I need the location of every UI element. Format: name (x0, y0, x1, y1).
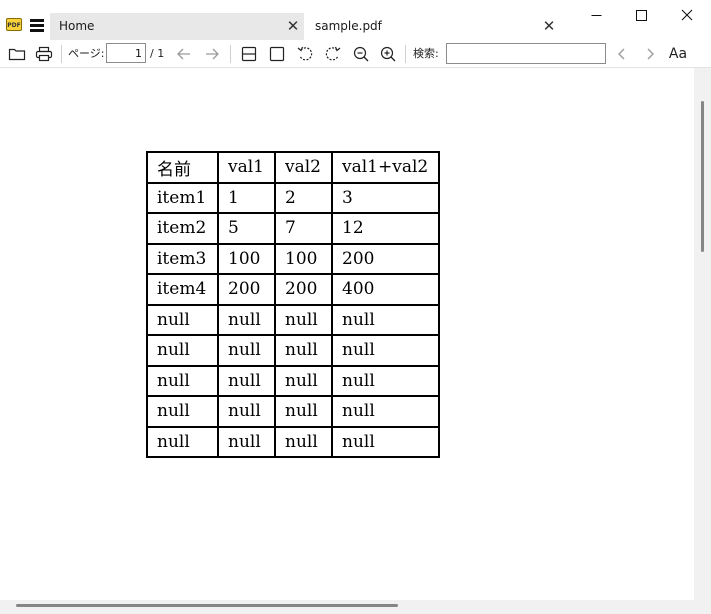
header-cell: val2 (274, 151, 333, 184)
table-cell: 200 (217, 273, 276, 306)
table-cell: 200 (331, 242, 440, 275)
app-logo-icon: PDF (6, 18, 22, 31)
table-cell: null (217, 334, 276, 367)
table-cell: null (274, 334, 333, 367)
search-next-icon[interactable] (640, 44, 660, 64)
table-row: item2 5 7 12 (146, 212, 440, 245)
tab-sample-pdf[interactable]: sample.pdf ✕ (304, 13, 565, 40)
table-cell: null (217, 303, 276, 336)
print-icon[interactable] (34, 44, 54, 64)
table-cell: null (146, 395, 219, 428)
header-cell: val1+val2 (331, 151, 440, 184)
table-row: item3 100 100 200 (146, 242, 440, 275)
open-folder-icon[interactable] (7, 44, 27, 64)
table-cell: 200 (274, 273, 333, 306)
table-cell: 12 (331, 212, 440, 245)
table-cell: null (274, 303, 333, 336)
vertical-scrollbar-thumb[interactable] (701, 101, 704, 252)
table-row: null null null null (146, 395, 440, 428)
rotate-right-icon[interactable] (323, 44, 343, 64)
close-window-button[interactable] (664, 0, 710, 30)
table-cell: null (146, 425, 219, 458)
horizontal-scrollbar-thumb[interactable] (16, 604, 398, 607)
toolbar-divider (61, 45, 62, 63)
fit-width-icon[interactable] (239, 44, 259, 64)
table-cell: item2 (146, 212, 219, 245)
table-cell: null (146, 303, 219, 336)
next-page-icon[interactable] (202, 44, 222, 64)
toolbar-divider (230, 45, 231, 63)
minimize-button[interactable] (573, 0, 619, 30)
table-cell: null (331, 425, 440, 458)
table-cell: null (217, 425, 276, 458)
previous-page-icon[interactable] (174, 44, 194, 64)
table-row: null null null null (146, 334, 440, 367)
table-row: null null null null (146, 364, 440, 397)
table-row: item4 200 200 400 (146, 273, 440, 306)
table-row: item1 1 2 3 (146, 181, 440, 214)
table-cell: null (146, 364, 219, 397)
close-tab-icon[interactable]: ✕ (286, 13, 300, 40)
page-label: ページ: (68, 47, 105, 60)
rotate-left-icon[interactable] (295, 44, 315, 64)
toolbar-divider (405, 45, 406, 63)
menu-icon[interactable] (30, 19, 44, 32)
table-cell: null (331, 334, 440, 367)
table-row: null null null null (146, 303, 440, 336)
search-label: 検索: (413, 47, 439, 60)
table-header-row: 名前 val1 val2 val1+val2 (146, 151, 440, 184)
tab-label: Home (59, 19, 95, 33)
zoom-in-icon[interactable] (378, 44, 398, 64)
table-cell: null (274, 395, 333, 428)
total-pages: / 1 (150, 47, 165, 60)
table-cell: item1 (146, 181, 219, 214)
table-cell: null (146, 334, 219, 367)
horizontal-scrollbar[interactable] (0, 600, 711, 614)
tab-label: sample.pdf (315, 19, 382, 33)
table-cell: 2 (274, 181, 333, 214)
table-cell: 7 (274, 212, 333, 245)
close-tab-icon[interactable]: ✕ (542, 13, 556, 40)
table-cell: null (331, 395, 440, 428)
table-cell: 5 (217, 212, 276, 245)
search-input[interactable] (446, 43, 606, 64)
fit-page-icon[interactable] (267, 44, 287, 64)
table-cell: 1 (217, 181, 276, 214)
header-cell: val1 (217, 151, 276, 184)
search-previous-icon[interactable] (612, 44, 632, 64)
table-cell: 3 (331, 181, 440, 214)
text-settings-button[interactable]: Aa (668, 44, 688, 64)
title-bar: PDF Home ✕ sample.pdf ✕ (0, 0, 711, 40)
table-cell: null (274, 425, 333, 458)
maximize-button[interactable] (618, 0, 664, 30)
table-cell: null (331, 364, 440, 397)
table-cell: item3 (146, 242, 219, 275)
page-number-input[interactable] (106, 43, 146, 63)
table-cell: 100 (274, 242, 333, 275)
table-cell: null (217, 395, 276, 428)
table-cell: null (274, 364, 333, 397)
pdf-table: 名前 val1 val2 val1+val2 item1 1 2 3 item2… (146, 151, 440, 458)
table-cell: 100 (217, 242, 276, 275)
table-cell: 400 (331, 273, 440, 306)
tab-home[interactable]: Home ✕ (50, 13, 304, 40)
zoom-out-icon[interactable] (351, 44, 371, 64)
table-cell: item4 (146, 273, 219, 306)
header-cell: 名前 (146, 151, 219, 184)
table-cell: null (331, 303, 440, 336)
table-cell: null (217, 364, 276, 397)
table-row: null null null null (146, 425, 440, 458)
